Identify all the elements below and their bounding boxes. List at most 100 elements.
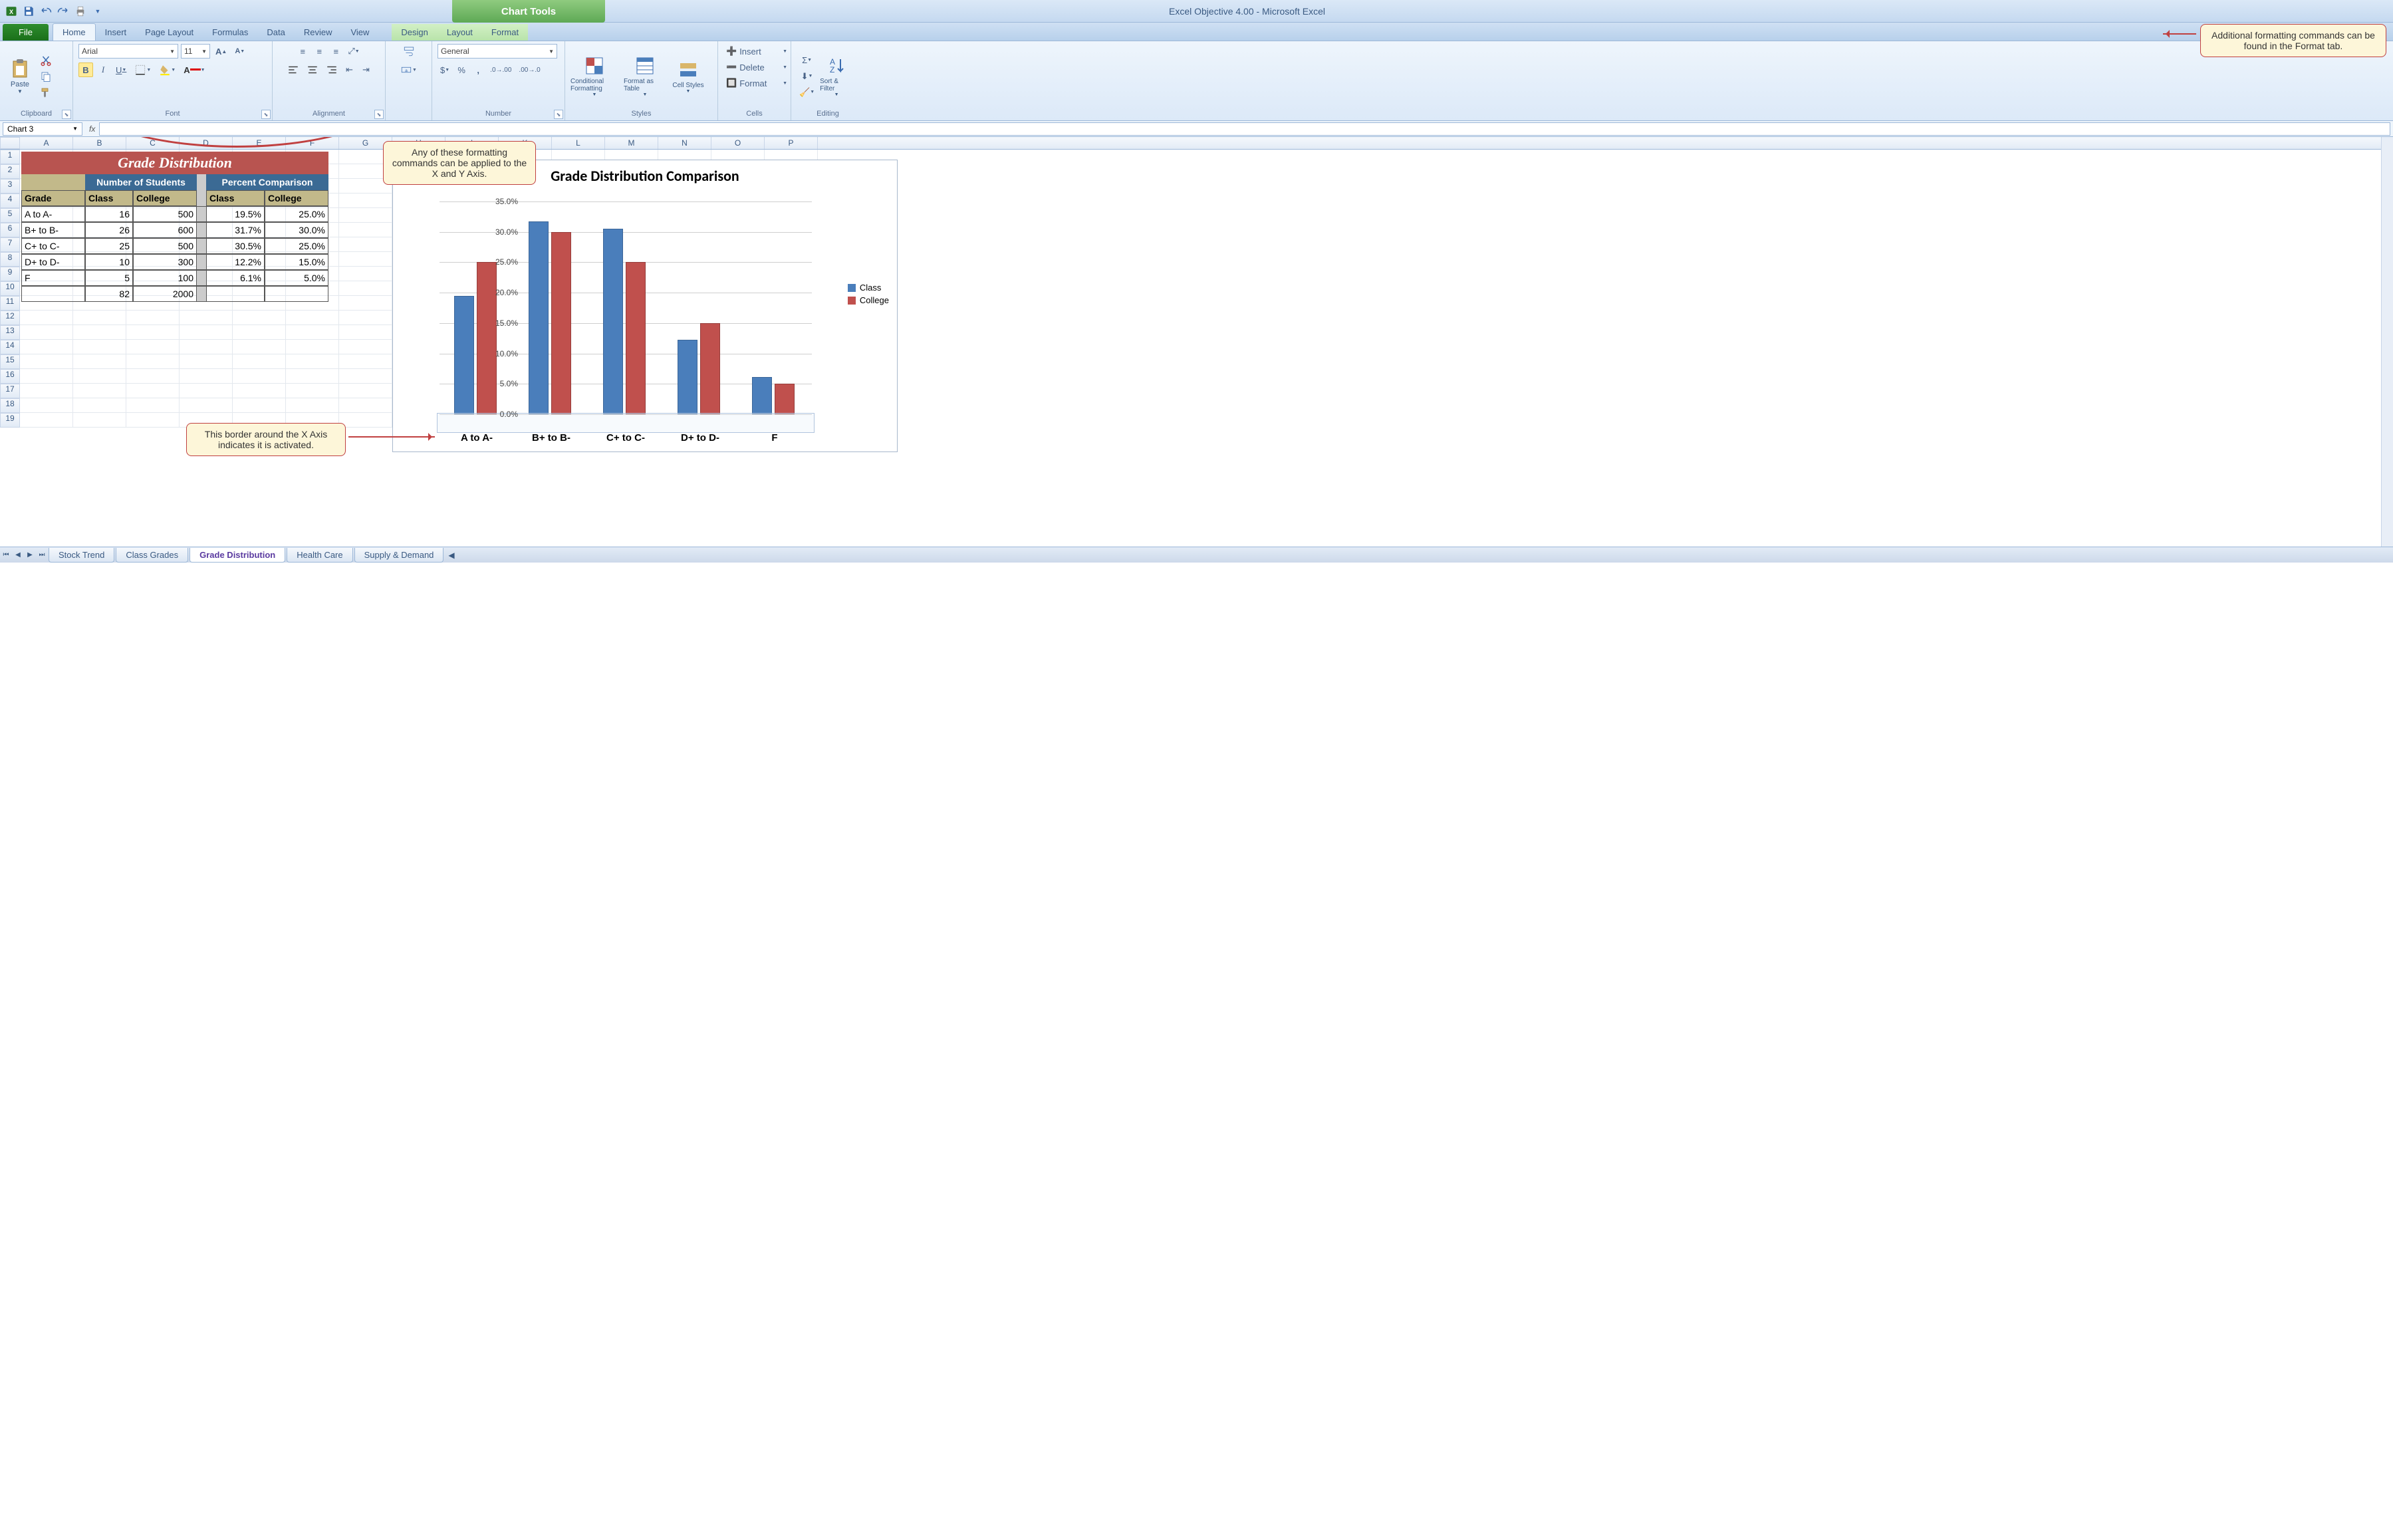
format-cells-button[interactable]: 🔲 Format ▼	[723, 76, 790, 90]
row-header[interactable]: 2	[0, 164, 20, 179]
font-launcher-icon[interactable]: ⬊	[261, 110, 271, 119]
tab-design[interactable]: Design	[392, 24, 437, 41]
tab-page-layout[interactable]: Page Layout	[136, 24, 203, 41]
cell[interactable]	[20, 369, 73, 384]
row-header[interactable]: 13	[0, 325, 20, 340]
row-header[interactable]: 7	[0, 237, 20, 252]
cell[interactable]	[20, 311, 73, 325]
align-middle-icon[interactable]: ≡	[312, 44, 326, 59]
sheet-tab[interactable]: Stock Trend	[49, 548, 114, 563]
borders-icon[interactable]: ▼	[132, 63, 154, 77]
row-header[interactable]: 9	[0, 267, 20, 281]
cell[interactable]	[286, 340, 339, 354]
cell[interactable]	[339, 252, 392, 267]
vertical-scrollbar[interactable]	[2381, 137, 2393, 547]
cell[interactable]	[339, 223, 392, 237]
cell[interactable]	[339, 413, 392, 428]
cell[interactable]	[286, 311, 339, 325]
row-header[interactable]: 19	[0, 413, 20, 428]
sheet-tab-scroll-icon[interactable]: ◀	[448, 551, 454, 560]
bar[interactable]	[775, 384, 795, 414]
row-header[interactable]: 5	[0, 208, 20, 223]
cell[interactable]	[73, 325, 126, 340]
cell[interactable]	[286, 398, 339, 413]
cell[interactable]	[339, 281, 392, 296]
cut-icon[interactable]	[37, 53, 55, 68]
bar[interactable]	[678, 340, 697, 414]
column-header[interactable]: O	[711, 137, 765, 149]
cell[interactable]	[180, 311, 233, 325]
cell[interactable]	[20, 325, 73, 340]
number-format-combo[interactable]: General▼	[438, 44, 557, 59]
tab-home[interactable]: Home	[53, 23, 96, 41]
embedded-chart[interactable]: Grade Distribution Comparison Class Coll…	[392, 160, 898, 452]
wrap-text-icon[interactable]	[400, 44, 418, 59]
orientation-icon[interactable]: ⤢▼	[345, 44, 362, 59]
sheet-tab[interactable]: Grade Distribution	[189, 548, 285, 563]
cell[interactable]	[339, 237, 392, 252]
paste-button[interactable]: Paste ▼	[5, 53, 35, 100]
cell[interactable]	[73, 311, 126, 325]
cell[interactable]	[180, 369, 233, 384]
italic-button[interactable]: I	[96, 63, 110, 77]
cell[interactable]	[180, 340, 233, 354]
row-header[interactable]: 18	[0, 398, 20, 413]
tab-data[interactable]: Data	[257, 24, 294, 41]
cell[interactable]	[339, 354, 392, 369]
percent-icon[interactable]: %	[454, 63, 469, 77]
cell[interactable]	[73, 384, 126, 398]
row-header[interactable]: 16	[0, 369, 20, 384]
sheet-tab[interactable]: Health Care	[287, 548, 352, 563]
cell[interactable]	[126, 384, 180, 398]
column-header[interactable]: P	[765, 137, 818, 149]
row-header[interactable]: 6	[0, 223, 20, 237]
bar[interactable]	[477, 262, 497, 414]
cell[interactable]	[233, 325, 286, 340]
insert-cells-button[interactable]: ➕ Insert ▼	[723, 44, 790, 59]
cell[interactable]	[126, 325, 180, 340]
column-header[interactable]: F	[286, 137, 339, 149]
column-header[interactable]: C	[126, 137, 180, 149]
cell[interactable]	[339, 340, 392, 354]
cell[interactable]	[233, 398, 286, 413]
row-header[interactable]: 8	[0, 252, 20, 267]
fx-icon[interactable]: fx	[85, 124, 99, 134]
cell[interactable]	[339, 369, 392, 384]
save-icon[interactable]	[21, 4, 36, 19]
align-bottom-icon[interactable]: ≡	[328, 44, 343, 59]
font-color-icon[interactable]: A▼	[181, 63, 207, 77]
tab-insert[interactable]: Insert	[96, 24, 136, 41]
column-header[interactable]: L	[552, 137, 605, 149]
cell[interactable]	[126, 413, 180, 428]
tab-review[interactable]: Review	[295, 24, 342, 41]
cell[interactable]	[286, 354, 339, 369]
column-header[interactable]: N	[658, 137, 711, 149]
bar[interactable]	[626, 262, 646, 414]
cell[interactable]	[339, 208, 392, 223]
column-header[interactable]: E	[233, 137, 286, 149]
number-launcher-icon[interactable]: ⬊	[554, 110, 563, 119]
tab-formulas[interactable]: Formulas	[203, 24, 257, 41]
name-box[interactable]: Chart 3▼	[3, 122, 82, 136]
print-icon[interactable]	[73, 4, 88, 19]
row-header[interactable]: 10	[0, 281, 20, 296]
decrease-decimal-icon[interactable]: .00→.0	[516, 63, 543, 77]
row-header[interactable]: 17	[0, 384, 20, 398]
cell[interactable]	[126, 354, 180, 369]
cell[interactable]	[339, 325, 392, 340]
cell[interactable]	[180, 325, 233, 340]
cell[interactable]	[180, 384, 233, 398]
fill-color-icon[interactable]: ▼	[156, 63, 178, 77]
copy-icon[interactable]	[37, 69, 55, 84]
merge-center-icon[interactable]: a▼	[398, 63, 420, 77]
column-header[interactable]: B	[73, 137, 126, 149]
accounting-format-icon[interactable]: $ ▼	[438, 63, 452, 77]
column-header[interactable]: A	[20, 137, 73, 149]
row-header[interactable]: 11	[0, 296, 20, 311]
decrease-indent-icon[interactable]: ⇤	[342, 63, 357, 77]
row-header[interactable]: 1	[0, 150, 20, 164]
bar[interactable]	[529, 221, 549, 414]
cell[interactable]	[73, 413, 126, 428]
cell[interactable]	[233, 369, 286, 384]
file-tab[interactable]: File	[3, 24, 49, 41]
